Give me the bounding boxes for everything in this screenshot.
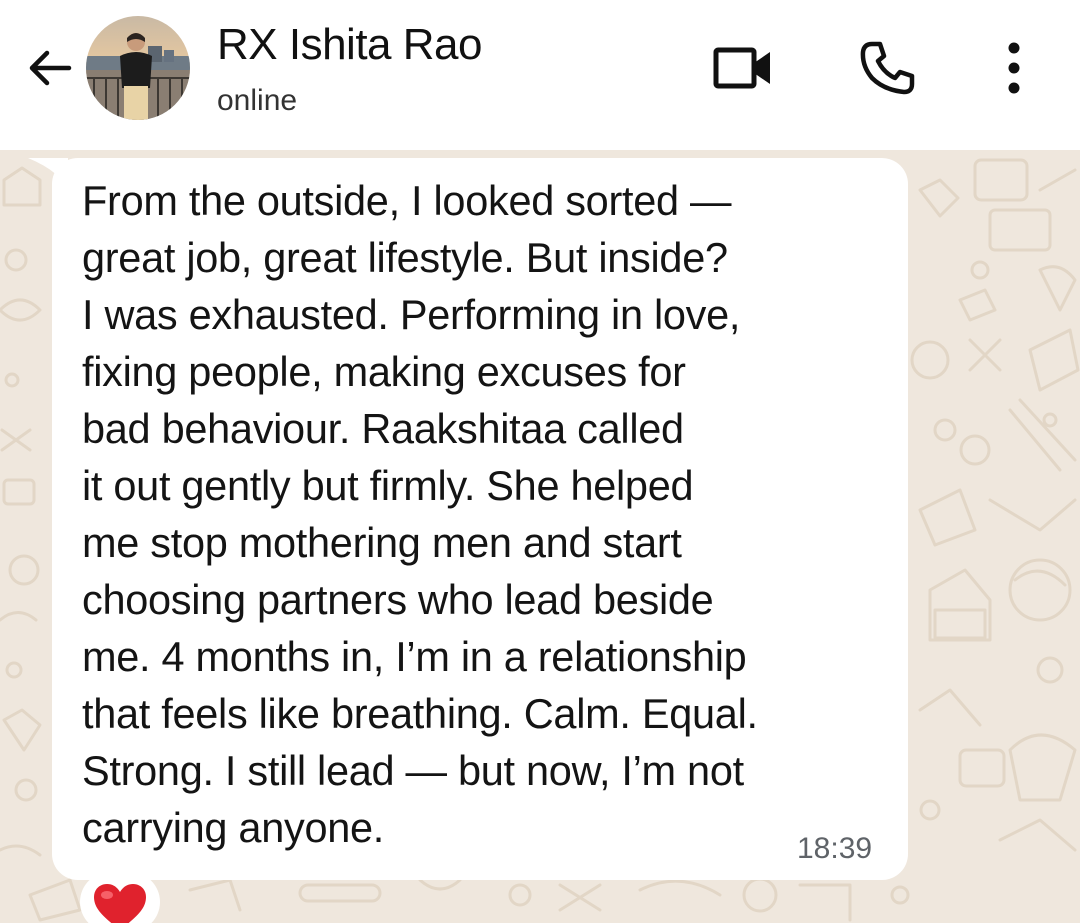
chat-area[interactable]: From the outside, I looked sorted — grea… [0, 150, 1080, 923]
avatar[interactable] [86, 16, 190, 120]
chat-header: RX Ishita Rao online [0, 0, 1080, 150]
arrow-left-icon [29, 50, 72, 86]
more-vertical-icon [1008, 42, 1020, 94]
heart-emoji-icon [94, 884, 146, 923]
video-camera-icon [713, 47, 770, 89]
video-call-button[interactable] [706, 38, 782, 98]
message-time: 18:39 [797, 832, 873, 865]
profile-photo [86, 16, 190, 120]
message-reaction[interactable] [80, 872, 160, 923]
contact-name[interactable]: RX Ishita Rao [217, 20, 482, 70]
phone-icon [860, 41, 915, 95]
contact-status: online [217, 84, 298, 117]
back-button[interactable] [22, 40, 78, 96]
message-text: From the outside, I looked sorted — grea… [82, 177, 758, 851]
voice-call-button[interactable] [852, 36, 922, 100]
more-options-button[interactable] [990, 36, 1038, 100]
